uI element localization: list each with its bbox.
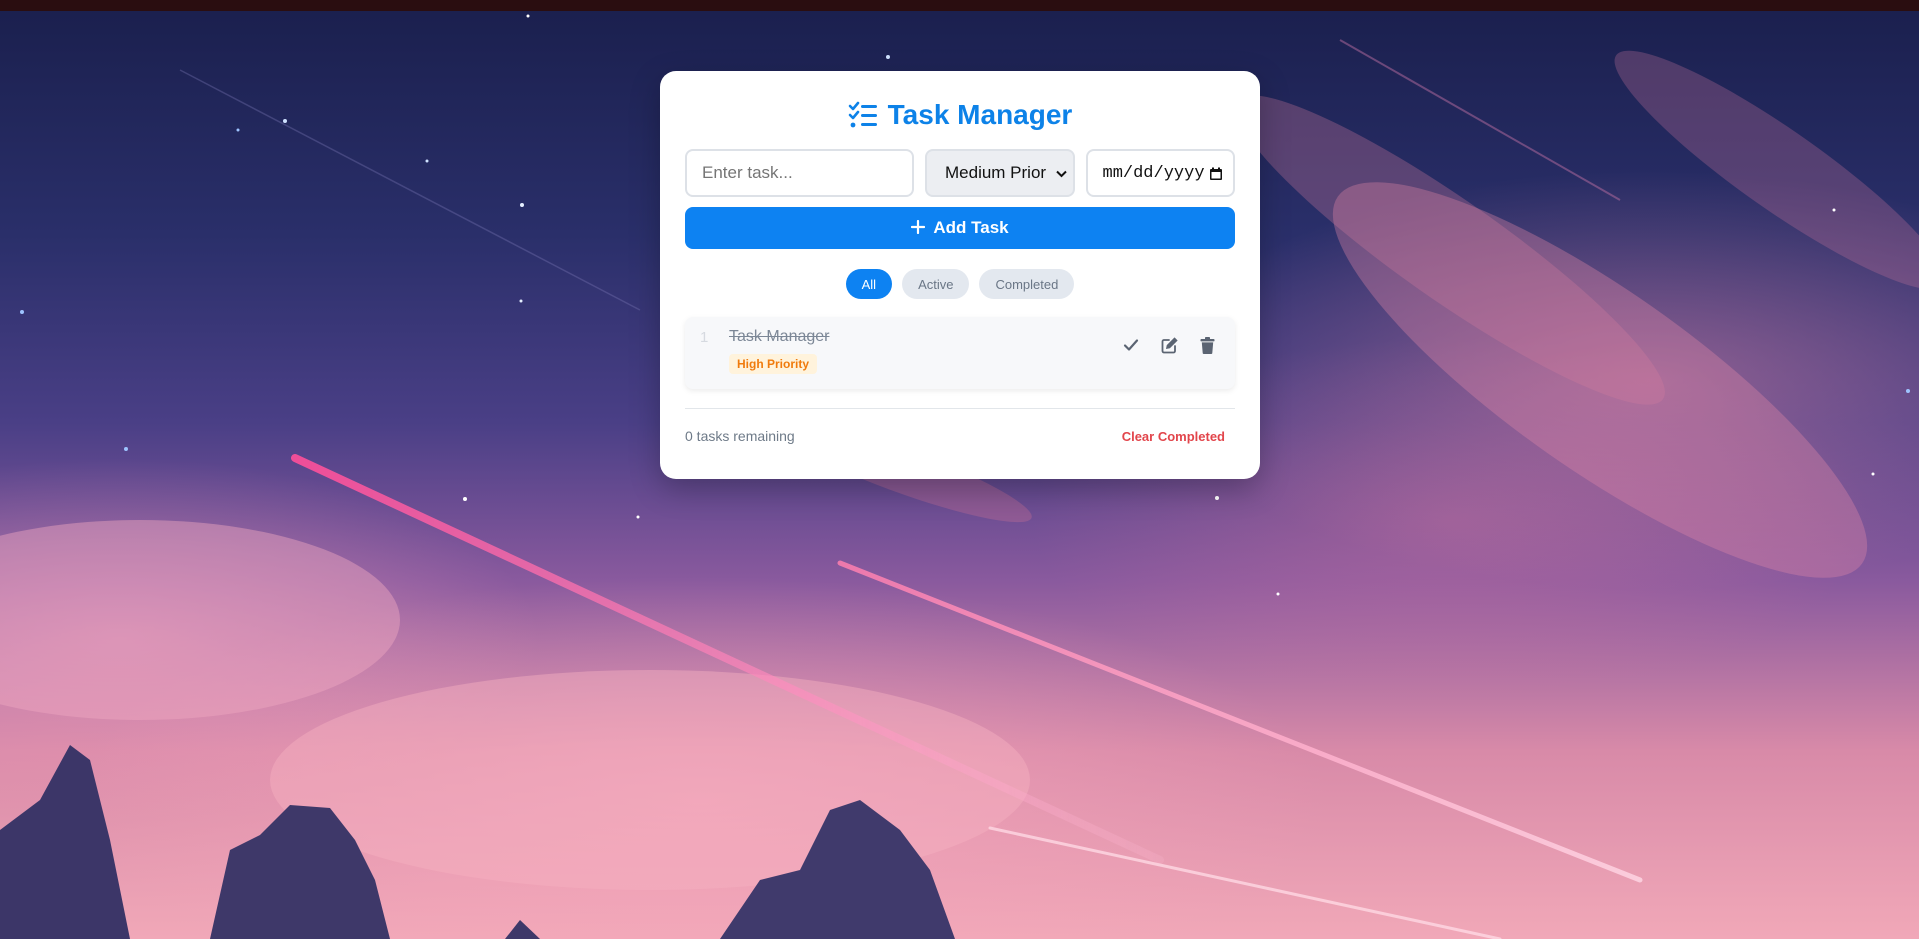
priority-badge: High Priority [729, 354, 818, 374]
task-form: Medium Prior mm/dd/yyyy [685, 149, 1235, 197]
trash-icon[interactable] [1197, 335, 1217, 355]
task-text: Task Manager [729, 328, 830, 345]
check-icon[interactable] [1121, 335, 1141, 355]
header: Task Manager [685, 95, 1235, 135]
list-check-icon [848, 101, 878, 129]
task-manager-card: Task Manager Medium Prior mm/dd/yyyy [660, 71, 1260, 479]
filter-completed-button[interactable]: Completed [979, 269, 1075, 299]
task-number: 1 [700, 329, 709, 346]
divider [685, 408, 1235, 409]
task-actions [1121, 335, 1217, 355]
due-date-value: mm/dd/yyyy [1102, 163, 1205, 183]
browser-top-strip [0, 0, 1919, 11]
filter-all-button[interactable]: All [845, 269, 893, 299]
footer: 0 tasks remaining Clear Completed [685, 428, 1235, 444]
due-date-input[interactable]: mm/dd/yyyy [1085, 149, 1235, 197]
page-title: Task Manager [887, 99, 1073, 130]
task-item: 1 Task Manager High Priority [685, 317, 1235, 389]
priority-select-value: Medium Prior [945, 163, 1047, 182]
clear-completed-button[interactable]: Clear Completed [1122, 429, 1225, 444]
filter-tabs: All Active Completed [685, 269, 1235, 299]
filter-active-button[interactable]: Active [902, 269, 970, 299]
task-input[interactable] [685, 149, 914, 197]
priority-select[interactable]: Medium Prior [925, 149, 1075, 197]
add-task-button[interactable]: Add Task [685, 207, 1235, 249]
chevron-down-icon [1055, 166, 1067, 181]
tasks-remaining-count: 0 tasks remaining [685, 428, 795, 444]
edit-icon[interactable] [1159, 335, 1179, 355]
add-task-label: Add Task [933, 218, 1009, 237]
calendar-icon[interactable] [1209, 166, 1223, 180]
plus-icon [911, 216, 926, 238]
